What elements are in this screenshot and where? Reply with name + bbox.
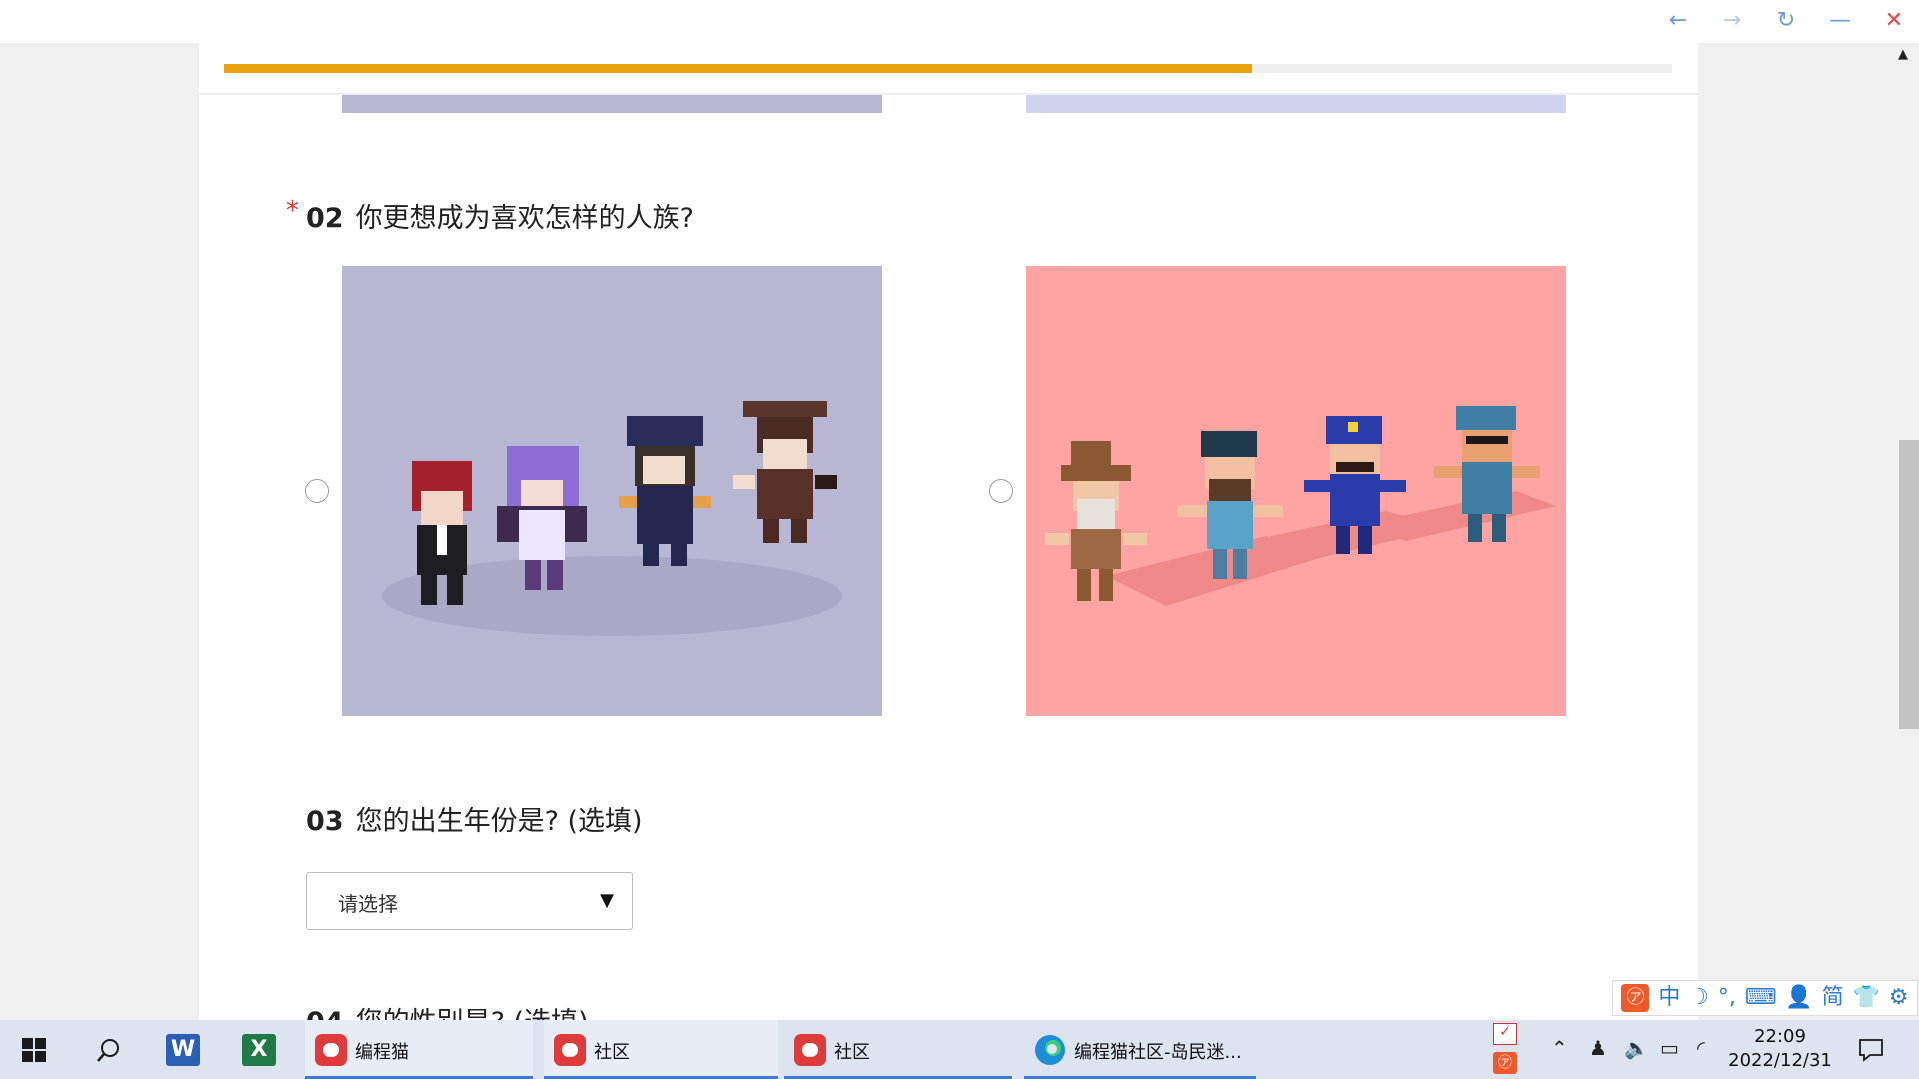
wifi-icon[interactable]: ◜ [1697, 1036, 1705, 1060]
clock-date: 2022/12/31 [1728, 1050, 1832, 1071]
question-text: 您的出生年份是? (选填) [355, 806, 643, 837]
excel-icon[interactable]: X [242, 1034, 276, 1066]
select-value: 请选择 [338, 892, 398, 916]
question-number: 03 [306, 806, 344, 837]
question-text: 你更想成为喜欢怎样的人族? [355, 203, 694, 234]
close-icon[interactable]: ✕ [1879, 6, 1909, 36]
minimize-icon[interactable]: — [1825, 6, 1855, 36]
forward-arrow-icon[interactable]: → [1717, 6, 1747, 36]
volume-icon[interactable]: 🔈 [1624, 1036, 1649, 1060]
question-2-title: * 02 你更想成为喜欢怎样的人族? [286, 196, 694, 234]
ime-mode-icon[interactable]: 中 [1658, 980, 1680, 1016]
codemao-icon [315, 1034, 347, 1066]
taskbar-app-community-1[interactable]: 社区 [544, 1020, 778, 1079]
reload-icon[interactable]: ↻ [1771, 6, 1801, 36]
taskbar-app-codemao[interactable]: 编程猫 [305, 1020, 533, 1079]
qq-icon[interactable]: ♟ [1589, 1036, 1607, 1060]
ime-simplified-icon[interactable]: 简 [1822, 980, 1844, 1016]
ime-keyboard-icon[interactable]: ⌨ [1745, 980, 1777, 1016]
taskbar-app-edge[interactable]: 编程猫社区-岛民迷... [1024, 1020, 1256, 1079]
clock-time: 22:09 [1754, 1026, 1806, 1047]
question-number: 04 [306, 1007, 344, 1020]
ime-punctuation-icon[interactable]: °, [1718, 980, 1736, 1016]
ime-toolbar: ㋐ 中 ☽ °, ⌨ 👤 简 👕 ⚙ [1612, 980, 1918, 1016]
edge-browser-icon [1035, 1035, 1065, 1065]
taskbar-app-community-2[interactable]: 社区 [784, 1020, 1012, 1079]
codemao-icon [794, 1034, 826, 1066]
ime-moon-icon[interactable]: ☽ [1689, 980, 1709, 1016]
scroll-up-arrow-icon[interactable]: ▲ [1898, 47, 1908, 62]
scrollbar-thumb[interactable] [1899, 440, 1919, 729]
option-image-a[interactable] [342, 266, 882, 716]
question-number: 02 [306, 203, 344, 234]
sogou-ime-icon[interactable]: ㋐ [1493, 1052, 1517, 1074]
chevron-up-icon[interactable]: ⌃ [1551, 1036, 1568, 1060]
ime-logo-icon[interactable]: ㋐ [1621, 984, 1650, 1012]
windows-start-icon[interactable] [22, 1038, 46, 1062]
radio-option-a[interactable] [305, 479, 329, 503]
ime-skin-icon[interactable]: 👕 [1853, 980, 1880, 1016]
ime-user-icon[interactable]: 👤 [1785, 980, 1812, 1016]
codemao-icon [554, 1034, 586, 1066]
notification-icon[interactable] [1858, 1038, 1884, 1062]
system-clock[interactable]: 22:09 2022/12/31 [1725, 1025, 1835, 1073]
search-icon[interactable] [96, 1037, 122, 1063]
question-text: 您的性别是? (选填) [356, 1007, 589, 1020]
birth-year-select[interactable]: 请选择 ▼ [306, 872, 633, 930]
progress-bar [224, 64, 1672, 73]
note-app-icon[interactable]: ✓ [1493, 1023, 1517, 1045]
browser-titlebar: ← → ↻ — ✕ [0, 0, 1919, 43]
ime-settings-icon[interactable]: ⚙ [1889, 980, 1909, 1016]
voxel-characters-anime-icon [342, 266, 882, 716]
battery-icon[interactable]: ▭ [1660, 1036, 1679, 1060]
option-image-b[interactable] [1026, 266, 1566, 716]
previous-option-image-b[interactable] [1026, 95, 1566, 113]
word-icon[interactable]: W [166, 1034, 200, 1066]
progress-fill [224, 64, 1253, 73]
voxel-characters-workers-icon [1026, 266, 1566, 716]
question-4-title: 04 您的性别是? (选填) [306, 1000, 589, 1020]
survey-page: * 02 你更想成为喜欢怎样的人族? 03 您的出生年份是? (选填) 请选择 … [199, 43, 1698, 1020]
previous-option-image-a[interactable] [342, 95, 882, 113]
caret-down-icon: ▼ [600, 890, 614, 911]
question-3-title: 03 您的出生年份是? (选填) [306, 799, 643, 837]
back-arrow-icon[interactable]: ← [1663, 6, 1693, 36]
radio-option-b[interactable] [989, 479, 1013, 503]
required-mark: * [286, 196, 299, 226]
